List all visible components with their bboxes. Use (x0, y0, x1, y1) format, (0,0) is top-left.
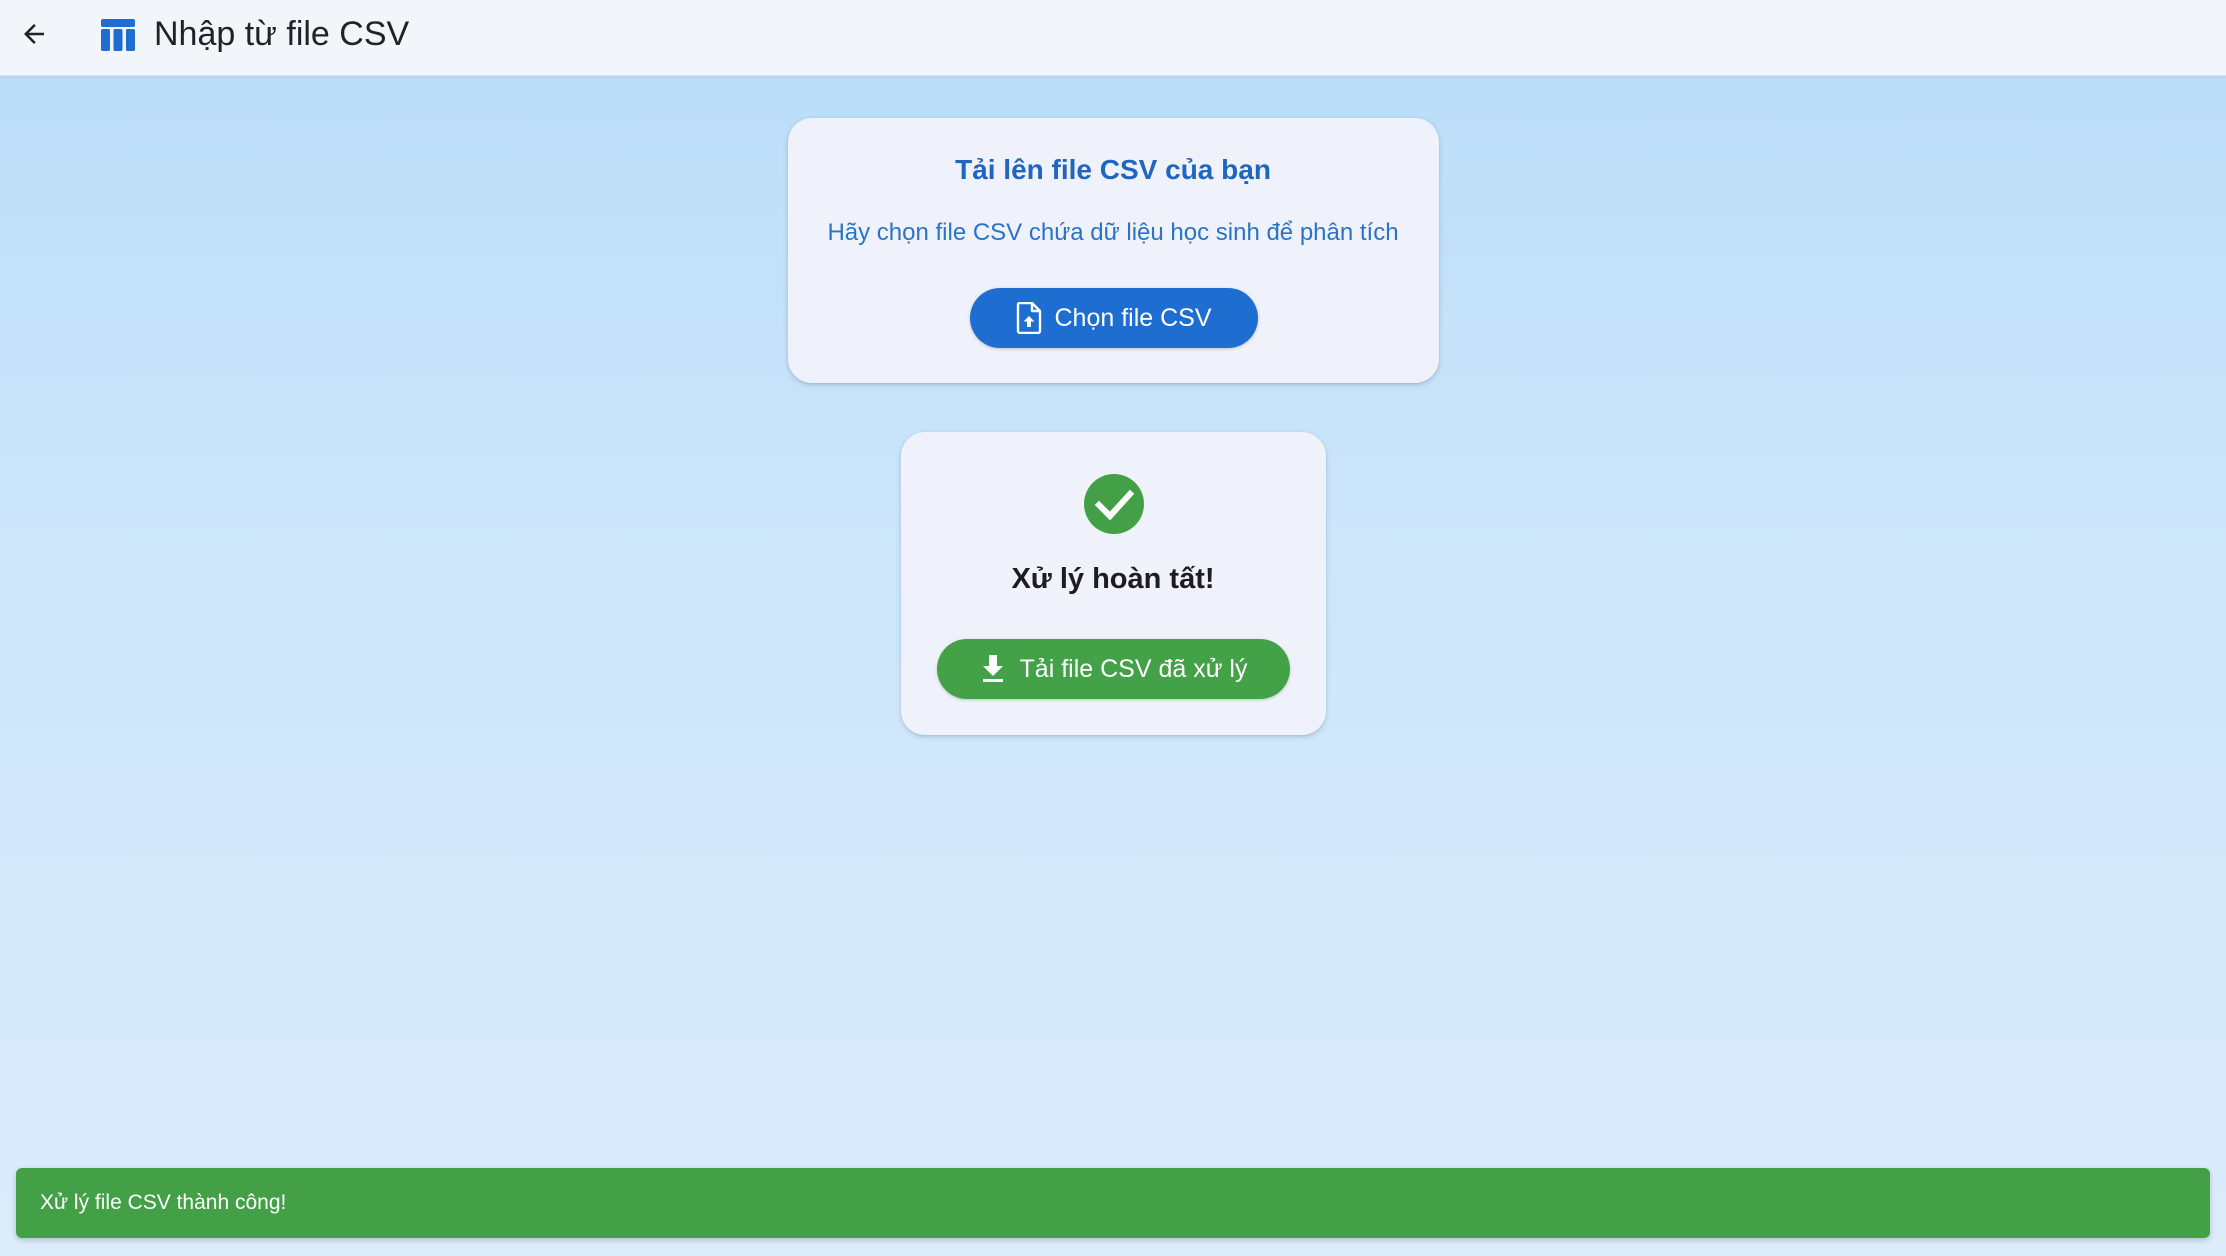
arrow-back-icon (24, 24, 44, 44)
table-chart-icon (101, 19, 135, 51)
page-title: Nhập từ file CSV (154, 15, 410, 53)
download-button-label: Tải file CSV đã xử lý (1019, 654, 1248, 683)
check-circle-icon (1084, 474, 1144, 534)
back-button[interactable] (12, 12, 56, 56)
upload-card-subtitle: Hãy chọn file CSV chứa dữ liệu học sinh … (827, 219, 1399, 246)
file-upload-icon (1017, 302, 1042, 334)
upload-card-title: Tải lên file CSV của bạn (955, 154, 1271, 185)
app-bar: Nhập từ file CSV (0, 0, 2226, 76)
result-title: Xử lý hoàn tất! (1011, 563, 1215, 595)
snackbar-message: Xử lý file CSV thành công! (40, 1191, 287, 1214)
download-icon (982, 655, 1003, 682)
success-snackbar: Xử lý file CSV thành công! (16, 1168, 2210, 1238)
choose-csv-button-label: Chọn file CSV (1054, 303, 1212, 332)
choose-csv-button[interactable]: Chọn file CSV (970, 288, 1258, 348)
download-processed-csv-button[interactable]: Tải file CSV đã xử lý (937, 639, 1290, 699)
